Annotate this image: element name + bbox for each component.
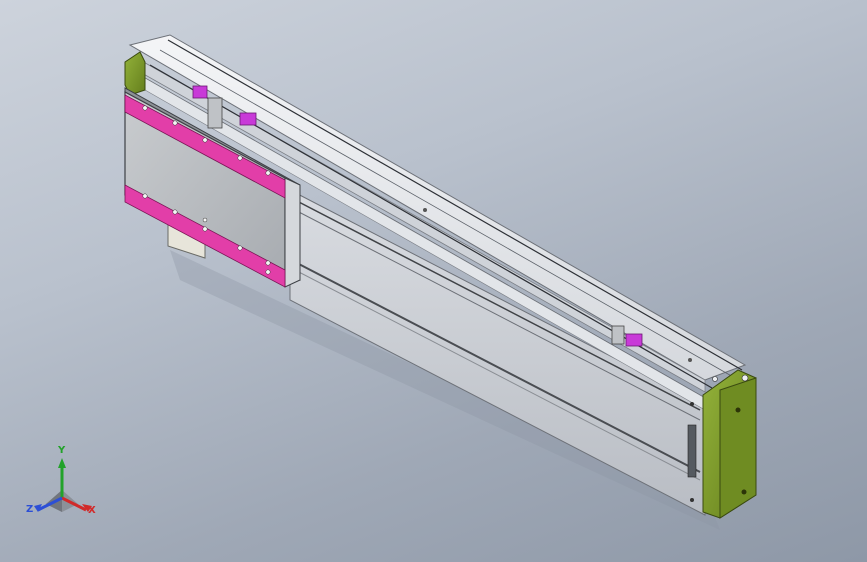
rail-screw — [688, 358, 692, 362]
base-screw — [690, 498, 694, 502]
end-cap-screw — [741, 489, 747, 495]
sensor-bracket — [207, 97, 223, 129]
end-cap-screw — [712, 376, 718, 382]
left-end-cap — [124, 51, 146, 96]
sensor-flag — [239, 112, 257, 126]
graphics-viewport[interactable]: Y X Z — [0, 0, 867, 562]
sensor-flag — [625, 333, 643, 347]
triad-z-label: Z — [26, 504, 34, 515]
sensor-flag — [192, 85, 208, 99]
view-orientation-triad[interactable]: Y X Z — [22, 446, 102, 526]
carriage-right-face — [284, 177, 301, 288]
sensor-bracket — [611, 325, 625, 345]
end-cap-slot — [687, 424, 697, 478]
linear-module-model[interactable] — [0, 0, 867, 562]
end-cap-screw — [735, 407, 741, 413]
base-screw — [690, 402, 694, 406]
right-end-cap-front — [719, 377, 757, 519]
triad-x-label: X — [88, 505, 96, 516]
triad-y-label: Y — [58, 445, 66, 456]
rail-screw — [423, 208, 427, 212]
end-cap-screw — [741, 374, 749, 382]
